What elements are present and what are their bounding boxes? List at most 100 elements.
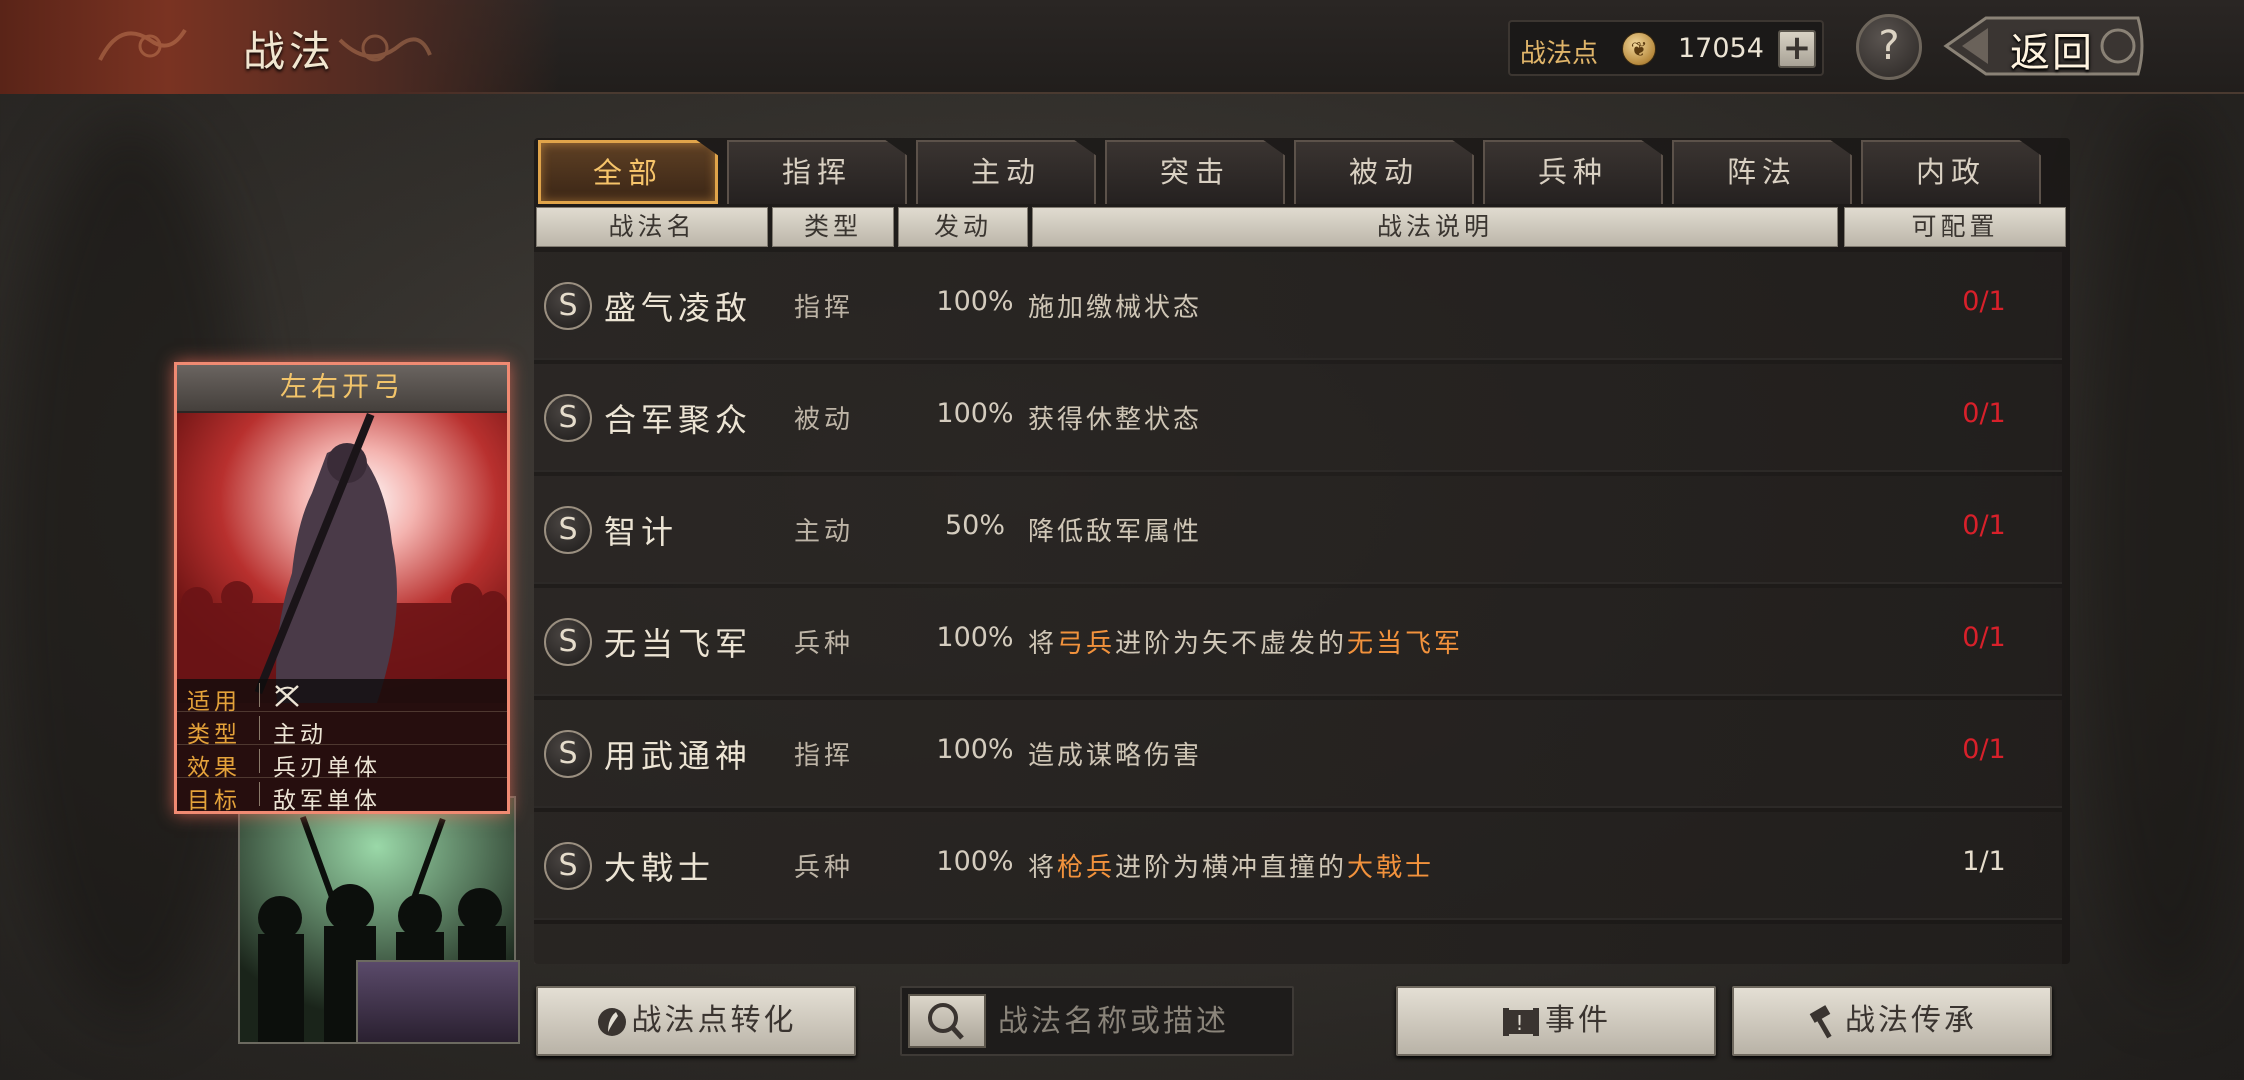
svg-text:!: ! [1515,1011,1526,1035]
top-bar: 战法 战法点 ❦ 17054 + ? 返回 [0,0,2244,94]
grade-s-badge: S [544,394,592,442]
skill-list[interactable]: S 盛气凌敌 指挥 100% 施加缴械状态 0/1 S 合军聚众 被动 100%… [534,252,2062,964]
tab-all[interactable]: 全部 [538,140,718,204]
column-header-name[interactable]: 战法名 [536,207,768,247]
feather-coin-icon [597,1007,626,1036]
skill-slot-count: 0/1 [1962,734,2006,765]
back-label: 返回 [2010,30,2094,76]
divider [259,749,260,773]
feather-coin-icon: ❦ [1622,32,1656,66]
add-skill-points-button[interactable]: + [1778,30,1816,68]
stacked-card-behind-2[interactable] [356,960,520,1044]
convert-label: 战法点转化 [631,1003,797,1038]
skill-name: 盛气凌敌 [604,289,753,327]
description-text: 将 [1028,629,1058,659]
selected-skill-card[interactable]: 左右开弓 适用 类型 主动 效果 兵刃单体 目标 敌军单体 [174,362,510,814]
skill-activation-rate: 100% [936,734,1014,765]
column-header-slots[interactable]: 可配置 [1844,207,2066,247]
card-info-value: 兵刃单体 [273,755,381,781]
event-button[interactable]: ! 事件 [1396,986,1716,1056]
convert-skill-points-button[interactable]: 战法点转化 [536,986,856,1056]
search-box [900,986,1294,1056]
description-text: 造成谋略伤害 [1028,741,1203,771]
tab-formation[interactable]: 阵法 [1672,140,1852,204]
divider [259,716,260,740]
skill-inherit-button[interactable]: 战法传承 [1732,986,2052,1056]
card-info-row: 效果 兵刃单体 [177,745,507,781]
skill-slot-count: 1/1 [1962,846,2006,877]
description-text: 进阶为横冲直撞的 [1115,853,1348,883]
skill-description: 施加缴械状态 [1028,287,1202,324]
skill-description: 将弓兵进阶为矢不虚发的无当飞军 [1028,623,1463,660]
skill-description: 造成谋略伤害 [1028,735,1202,772]
skill-row[interactable]: S 合军聚众 被动 100% 获得休整状态 0/1 [534,364,2062,472]
skill-description: 降低敌军属性 [1028,511,1202,548]
description-text: 降低敌军属性 [1028,517,1203,547]
skill-row[interactable]: S 盛气凌敌 指挥 100% 施加缴械状态 0/1 [534,252,2062,360]
grade-s-badge: S [544,282,592,330]
card-info-key: 类型 [187,722,241,748]
skill-row[interactable]: S 无当飞军 兵种 100% 将弓兵进阶为矢不虚发的无当飞军 0/1 [534,588,2062,696]
card-title: 左右开弓 [177,365,507,413]
skill-slot-count: 0/1 [1962,398,2006,429]
skill-description: 获得休整状态 [1028,399,1202,436]
tab-active[interactable]: 主动 [916,140,1096,204]
grade-s-badge: S [544,730,592,778]
column-header-type[interactable]: 类型 [772,207,894,247]
skill-activation-rate: 50% [944,510,1005,541]
search-button[interactable] [908,994,986,1048]
tab-passive[interactable]: 被动 [1294,140,1474,204]
event-scroll-icon: ! [1503,1007,1539,1036]
grade-s-badge: S [544,506,592,554]
event-label: 事件 [1545,1003,1611,1038]
skill-points-label: 战法点 [1520,39,1599,69]
highlight-troop-type: 弓兵 [1057,629,1116,659]
skill-name: 无当飞军 [604,625,753,663]
description-text: 将 [1028,853,1058,883]
description-text: 进阶为矢不虚发的 [1115,629,1348,659]
description-text: 施加缴械状态 [1028,293,1203,323]
skill-row-partial[interactable] [534,924,2062,964]
skill-name: 智计 [604,513,679,551]
skill-type: 主动 [794,517,855,547]
search-input[interactable] [998,994,1288,1048]
help-button[interactable]: ? [1856,14,1922,80]
skill-type: 指挥 [794,293,855,323]
skill-row[interactable]: S 大戟士 兵种 100% 将枪兵进阶为横冲直撞的大戟士 1/1 [534,812,2062,920]
tab-assault[interactable]: 突击 [1105,140,1285,204]
skill-name: 合军聚众 [604,401,753,439]
page-title: 战法 [243,27,336,76]
column-header-rate[interactable]: 发动 [898,207,1028,247]
search-icon [928,1003,964,1040]
divider [259,683,260,707]
tab-internal-affairs[interactable]: 内政 [1861,140,2041,204]
skill-type: 被动 [794,405,855,435]
skill-row[interactable]: S 智计 主动 50% 降低敌军属性 0/1 [534,476,2062,584]
skill-activation-rate: 100% [936,622,1014,653]
card-info-key: 适用 [187,689,241,715]
highlight-unit-name: 大戟士 [1347,853,1435,883]
card-info-key: 效果 [187,755,241,781]
highlight-troop-type: 枪兵 [1057,853,1116,883]
card-info-row: 目标 敌军单体 [177,778,507,811]
hammer-icon [1809,1004,1832,1038]
tab-troop-type[interactable]: 兵种 [1483,140,1663,204]
back-button[interactable]: 返回 [1942,12,2146,80]
background-ink-right [2080,100,2244,1000]
skill-points-display: 战法点 ❦ 17054 + [1508,20,1824,76]
skill-description: 将枪兵进阶为横冲直撞的大戟士 [1028,847,1434,884]
column-header-description: 战法说明 [1032,207,1838,247]
skill-name: 大戟士 [604,849,716,887]
skill-activation-rate: 100% [936,286,1014,317]
skill-slot-count: 0/1 [1962,622,2006,653]
highlight-unit-name: 无当飞军 [1347,629,1464,659]
card-info-key: 目标 [187,788,241,814]
skill-slot-count: 0/1 [1962,510,2006,541]
skill-row[interactable]: S 用武通神 指挥 100% 造成谋略伤害 0/1 [534,700,2062,808]
tab-command[interactable]: 指挥 [727,140,907,204]
skill-name: 用武通神 [604,737,753,775]
divider [259,782,260,806]
inherit-label: 战法传承 [1845,1003,1977,1038]
cloud-ornament-icon [338,34,432,62]
card-info-row: 类型 主动 [177,712,507,748]
